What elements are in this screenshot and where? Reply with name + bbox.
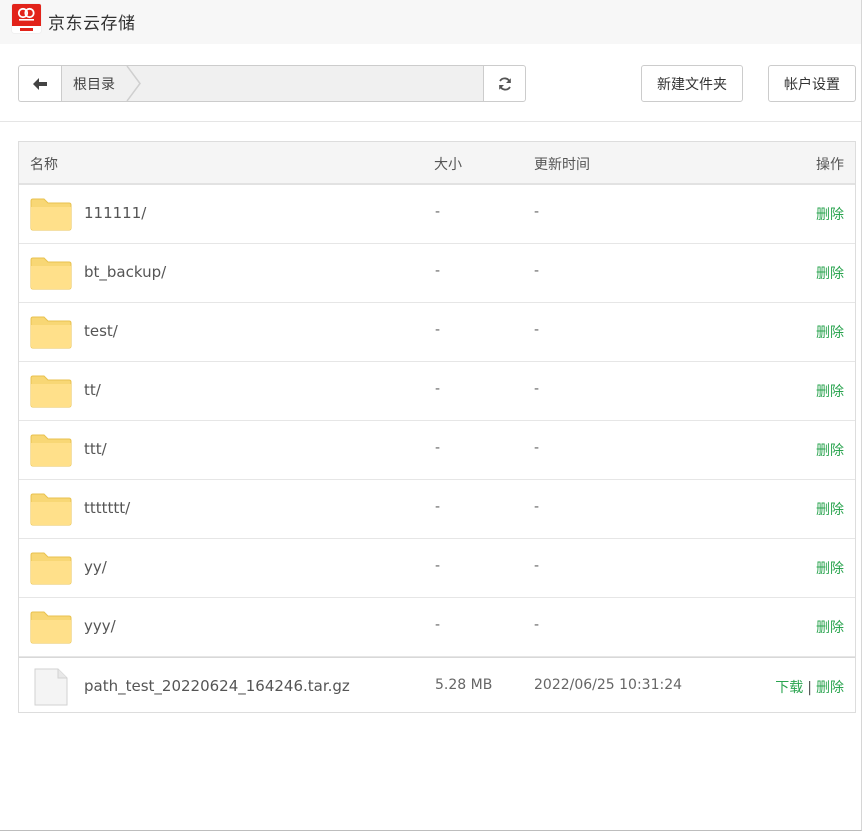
file-size: - bbox=[435, 322, 441, 338]
jd-cloud-logo-icon bbox=[12, 4, 41, 33]
file-name[interactable]: 111111/ bbox=[84, 204, 146, 222]
folder-icon bbox=[30, 316, 72, 349]
row-actions: 删除 bbox=[816, 381, 844, 401]
column-header-size: 大小 bbox=[434, 157, 462, 173]
file-time: - bbox=[534, 381, 540, 397]
row-actions: 删除 bbox=[816, 499, 844, 519]
file-table: 名称 大小 更新时间 操作 111111/ - - 删除 bt_backup/ … bbox=[18, 141, 856, 713]
table-row[interactable]: test/ - - 删除 bbox=[19, 303, 855, 362]
file-name[interactable]: yyy/ bbox=[84, 617, 116, 635]
breadcrumb-item-root[interactable]: 根目录 bbox=[73, 74, 115, 94]
folder-icon bbox=[30, 552, 72, 585]
file-time: - bbox=[534, 263, 540, 279]
table-body: 111111/ - - 删除 bt_backup/ - - 删除 test/ -… bbox=[19, 185, 855, 716]
row-actions: 删除 bbox=[816, 440, 844, 460]
file-size: - bbox=[435, 263, 441, 279]
folder-icon bbox=[30, 493, 72, 526]
file-size: 5.28 MB bbox=[435, 677, 493, 693]
refresh-icon bbox=[498, 77, 511, 90]
delete-link[interactable]: 删除 bbox=[816, 443, 844, 459]
file-time: - bbox=[534, 558, 540, 574]
file-name[interactable]: test/ bbox=[84, 322, 118, 340]
file-size: - bbox=[435, 440, 441, 456]
app-window: 京东云存储 根目录 新建文件夹 帐户设置 名称 大小 更新时间 操作 11111… bbox=[0, 0, 862, 831]
table-row[interactable]: 111111/ - - 删除 bbox=[19, 185, 855, 244]
row-actions: 删除 bbox=[816, 263, 844, 283]
new-folder-button[interactable]: 新建文件夹 bbox=[641, 65, 743, 102]
file-name[interactable]: bt_backup/ bbox=[84, 263, 166, 281]
folder-icon bbox=[30, 611, 72, 644]
folder-icon bbox=[30, 257, 72, 290]
file-time: - bbox=[534, 499, 540, 515]
file-time: 2022/06/25 10:31:24 bbox=[534, 677, 683, 693]
delete-link[interactable]: 删除 bbox=[816, 620, 844, 636]
file-time: - bbox=[534, 617, 540, 633]
folder-icon bbox=[30, 198, 72, 231]
delete-link[interactable]: 删除 bbox=[816, 680, 844, 696]
file-name[interactable]: ttttttt/ bbox=[84, 499, 130, 517]
row-actions: 删除 bbox=[816, 617, 844, 637]
table-header: 名称 大小 更新时间 操作 bbox=[19, 142, 855, 185]
row-actions: 删除 bbox=[816, 558, 844, 578]
file-size: - bbox=[435, 617, 441, 633]
table-row[interactable]: yy/ - - 删除 bbox=[19, 539, 855, 598]
delete-link[interactable]: 删除 bbox=[816, 325, 844, 341]
column-header-name: 名称 bbox=[30, 157, 58, 173]
delete-link[interactable]: 删除 bbox=[816, 384, 844, 400]
arrow-left-icon bbox=[33, 77, 47, 90]
row-actions: 下载 | 删除 bbox=[775, 677, 844, 697]
delete-link[interactable]: 删除 bbox=[816, 207, 844, 223]
divider bbox=[0, 121, 861, 122]
row-actions: 删除 bbox=[816, 322, 844, 342]
delete-link[interactable]: 删除 bbox=[816, 561, 844, 577]
file-time: - bbox=[534, 322, 540, 338]
download-link[interactable]: 下载 bbox=[775, 680, 803, 696]
column-header-action: 操作 bbox=[816, 157, 844, 173]
file-name[interactable]: yy/ bbox=[84, 558, 107, 576]
table-row[interactable]: ttt/ - - 删除 bbox=[19, 421, 855, 480]
column-header-time: 更新时间 bbox=[534, 157, 590, 173]
file-name[interactable]: ttt/ bbox=[84, 440, 107, 458]
file-time: - bbox=[534, 440, 540, 456]
table-row[interactable]: path_test_20220624_164246.tar.gz 5.28 MB… bbox=[19, 657, 855, 716]
title-bar: 京东云存储 bbox=[0, 0, 861, 44]
file-size: - bbox=[435, 204, 441, 220]
folder-icon bbox=[30, 375, 72, 408]
breadcrumb: 根目录 bbox=[61, 65, 484, 102]
table-row[interactable]: ttttttt/ - - 删除 bbox=[19, 480, 855, 539]
file-time: - bbox=[534, 204, 540, 220]
row-actions: 删除 bbox=[816, 204, 844, 224]
delete-link[interactable]: 删除 bbox=[816, 502, 844, 518]
file-icon bbox=[34, 668, 68, 706]
file-size: - bbox=[435, 381, 441, 397]
file-size: - bbox=[435, 499, 441, 515]
table-row[interactable]: tt/ - - 删除 bbox=[19, 362, 855, 421]
table-row[interactable]: bt_backup/ - - 删除 bbox=[19, 244, 855, 303]
folder-icon bbox=[30, 434, 72, 467]
action-separator: | bbox=[807, 680, 812, 696]
chevron-right-icon bbox=[126, 66, 141, 101]
delete-link[interactable]: 删除 bbox=[816, 266, 844, 282]
file-name[interactable]: tt/ bbox=[84, 381, 101, 399]
app-title: 京东云存储 bbox=[48, 14, 136, 34]
back-button[interactable] bbox=[18, 65, 61, 102]
account-settings-button[interactable]: 帐户设置 bbox=[768, 65, 856, 102]
refresh-button[interactable] bbox=[483, 65, 526, 102]
table-row[interactable]: yyy/ - - 删除 bbox=[19, 598, 855, 657]
file-size: - bbox=[435, 558, 441, 574]
file-name[interactable]: path_test_20220624_164246.tar.gz bbox=[84, 677, 350, 695]
